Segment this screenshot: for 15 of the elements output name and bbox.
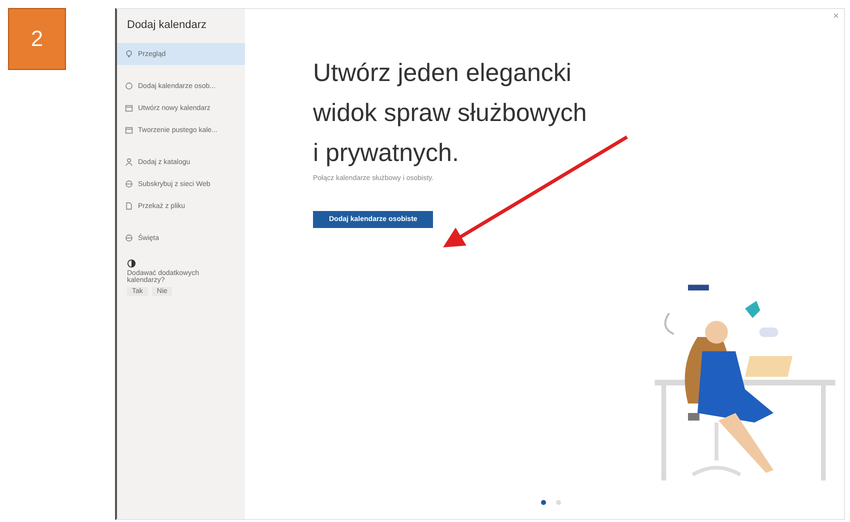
step-number-badge: 2 bbox=[8, 8, 66, 70]
carousel-dot[interactable] bbox=[541, 500, 546, 505]
globe-icon bbox=[125, 180, 133, 188]
carousel-dot[interactable] bbox=[556, 500, 561, 505]
heading: Utwórz jeden elegancki widok spraw służbowych i prywatnych. bbox=[313, 58, 588, 169]
feedback-icon bbox=[127, 259, 136, 268]
bulb-icon bbox=[125, 50, 133, 58]
calendar-icon bbox=[125, 104, 133, 112]
person-icon bbox=[125, 158, 133, 166]
globe-icon bbox=[125, 234, 133, 242]
calendar-icon bbox=[125, 126, 133, 134]
file-icon bbox=[125, 202, 133, 210]
sidebar-title: Dodaj kalendarz bbox=[126, 19, 208, 33]
circle-icon bbox=[125, 82, 133, 90]
close-button[interactable]: × bbox=[830, 11, 842, 22]
